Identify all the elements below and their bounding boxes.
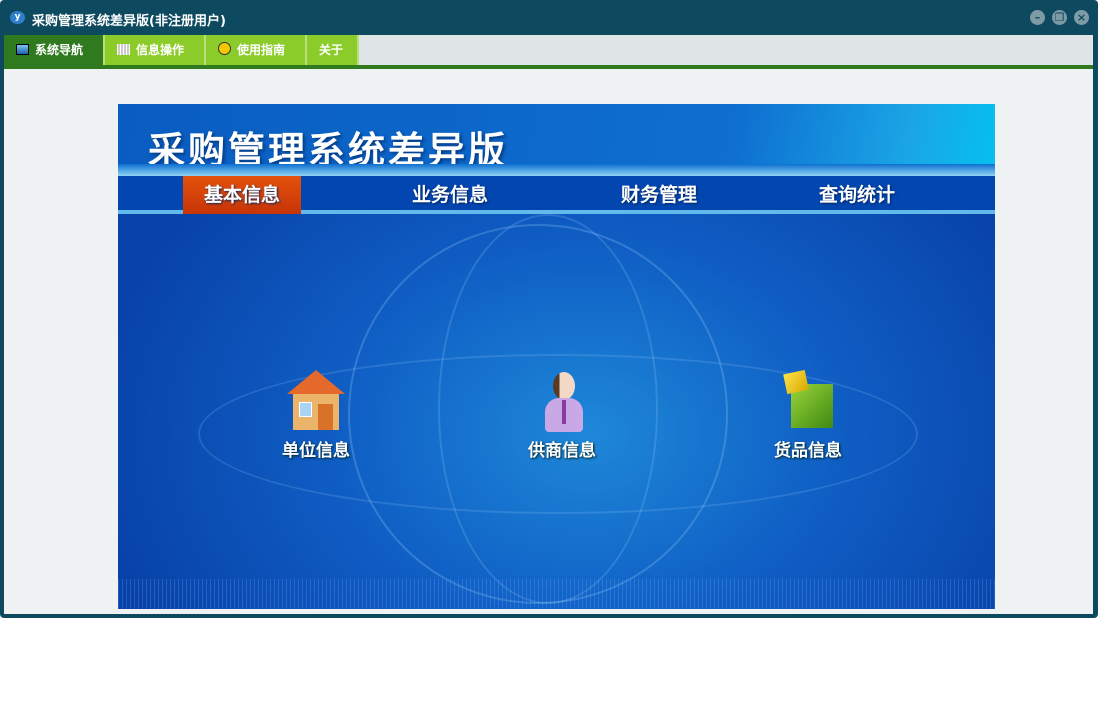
module-supplier-info[interactable]: 供商信息 [517,370,607,461]
boxes-icon [777,369,839,432]
grid-decoration [118,579,995,609]
app-logo-icon: y [10,11,25,24]
tab-label: 关于 [319,43,344,57]
banner-nav: 基本信息 业务信息 财务管理 查询统计 [118,176,995,214]
module-label: 货品信息 [774,441,842,461]
help-icon [218,42,231,55]
house-icon [285,370,347,432]
title-bar: y 采购管理系统差异版(非注册用户) – ❐ × [0,0,1098,35]
tab-label: 使用指南 [237,43,286,57]
tab-label: 信息操作 [136,43,185,57]
close-icon[interactable]: × [1074,10,1089,25]
tab-about[interactable]: 关于 [307,35,359,65]
module-label: 单位信息 [282,441,350,461]
module-goods-info[interactable]: 货品信息 [763,369,853,461]
banner-header: 采购管理系统差异版 [118,104,995,176]
nav-business-info[interactable]: 业务信息 [391,176,509,214]
module-label: 供商信息 [528,441,596,461]
nav-basic-info[interactable]: 基本信息 [183,176,301,214]
grid-icon [117,44,130,55]
restore-icon[interactable]: ❐ [1052,10,1067,25]
window-title: 采购管理系统差异版(非注册用户) [32,14,226,29]
menu-tabs: 系统导航 信息操作 使用指南 关于 [4,35,1093,69]
minimize-icon[interactable]: – [1030,10,1045,25]
person-icon [531,370,593,432]
main-banner: 采购管理系统差异版 基本信息 业务信息 财务管理 查询统计 单位信息 供商信息 … [118,104,995,609]
module-unit-info[interactable]: 单位信息 [271,370,361,461]
tab-label: 系统导航 [35,43,84,57]
tab-user-guide[interactable]: 使用指南 [206,35,307,65]
tab-system-nav[interactable]: 系统导航 [4,35,105,65]
nav-query-stats[interactable]: 查询统计 [798,176,916,214]
nav-finance[interactable]: 财务管理 [600,176,718,214]
tab-info-ops[interactable]: 信息操作 [105,35,206,65]
monitor-icon [16,44,29,55]
app-title: 采购管理系统差异版 [148,129,508,172]
